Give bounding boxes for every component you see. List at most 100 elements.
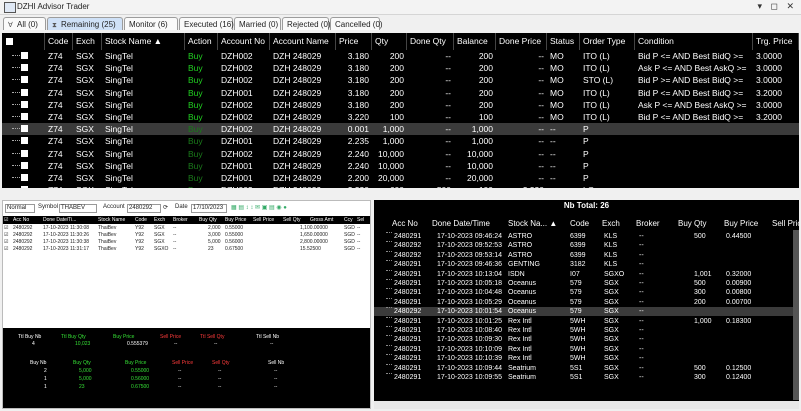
- column-header[interactable]: Buy Qty: [678, 217, 706, 231]
- executed-row[interactable]: 2480292 17-10-2023 09:52:53 ASTRO 6399 KLS --: [374, 241, 799, 250]
- trade-row[interactable]: ☑ 2480292 17-10-2023 11:30:26 ThaiBev Y92 SGX…: [3, 232, 370, 239]
- column-header[interactable]: Code: [135, 216, 147, 224]
- trade-row[interactable]: ☑ 2480292 17-10-2023 11:31:17 ThaiBev Y92 SGX…: [3, 246, 370, 253]
- row-checkbox[interactable]: [21, 113, 28, 120]
- toolbar-icons[interactable]: ▦ ▤ ↕ ↕ ✉ ▣ ▤ ◉ ●: [231, 204, 287, 211]
- column-header[interactable]: Account No: [218, 33, 270, 50]
- column-header[interactable]: Sell Price: [253, 216, 274, 224]
- order-row[interactable]: Z74 SGX SingTel Buy DZH002 DZH 248029 3.180 200…: [2, 62, 799, 74]
- tab-married[interactable]: Married (0): [234, 17, 281, 30]
- order-row[interactable]: Z74 SGX SingTel Buy DZH002 DZH 248029 3.180 200…: [2, 74, 799, 86]
- row-checkbox[interactable]: [21, 88, 28, 96]
- row-checkbox[interactable]: ☑: [4, 239, 8, 246]
- row-checkbox[interactable]: ☑: [4, 246, 8, 253]
- executed-row[interactable]: 2480291 17-10-2023 10:13:04 ISDN I07 SGXO -- 1…: [374, 269, 799, 279]
- executed-row[interactable]: 2480291 17-10-2023 09:46:24 ASTRO 6399 KLS --…: [374, 232, 799, 241]
- row-checkbox[interactable]: ☑: [4, 232, 8, 239]
- date-input[interactable]: 17/10/2023: [191, 204, 227, 213]
- column-header[interactable]: Buy Qty: [199, 216, 217, 224]
- order-row[interactable]: Z74 SGX SingTel Buy DZH001 DZH 248029 3.180 200…: [2, 87, 799, 99]
- row-checkbox[interactable]: [21, 186, 28, 188]
- executed-row[interactable]: 2480291 17-10-2023 10:09:30 Rex Intl 5WH SGX…: [374, 335, 799, 344]
- executed-row[interactable]: 2480291 17-10-2023 10:10:09 Rex Intl 5WH SGX…: [374, 344, 799, 354]
- row-checkbox[interactable]: [21, 100, 28, 108]
- trade-row[interactable]: ☑ 2480292 17-10-2023 11:30:38 ThaiBev Y92 SGX…: [3, 239, 370, 246]
- vertical-scrollbar[interactable]: [793, 230, 799, 400]
- symbol-input[interactable]: THABEV: [59, 204, 97, 213]
- order-row[interactable]: Z74 SGX SingTel Buy DZH001 DZH 248029 2.240 10,…: [2, 160, 799, 172]
- executed-row[interactable]: 2480291 17-10-2023 10:05:18 Oceanus 579 SGX -…: [374, 279, 799, 288]
- column-header[interactable]: Buy Price: [724, 217, 758, 231]
- column-header[interactable]: Acc No: [13, 216, 29, 224]
- column-header[interactable]: Buy Price: [225, 216, 246, 224]
- column-header[interactable]: Stock Name ▲: [102, 33, 185, 50]
- row-checkbox[interactable]: [21, 76, 28, 84]
- column-header[interactable]: Stock Na... ▲: [508, 217, 557, 231]
- column-header[interactable]: Code: [570, 217, 589, 231]
- order-row[interactable]: Z74 SGX SingTel Buy DZH002 DZH 248029 0.001 1,0…: [2, 123, 799, 136]
- column-header[interactable]: Done Date/Time: [432, 217, 490, 231]
- trade-row[interactable]: ☑ 2480292 17-10-2023 11:30:08 ThaiBev Y92 SGX…: [3, 225, 370, 232]
- column-header[interactable]: Stock Name: [98, 216, 125, 224]
- tab-rejected[interactable]: Rejected (0): [282, 17, 331, 30]
- column-header[interactable]: Done Qty: [407, 33, 454, 50]
- tab-executed[interactable]: Executed (16): [179, 17, 234, 30]
- column-header[interactable]: Sell Price: [772, 217, 799, 231]
- tab-monitor[interactable]: Monitor (6): [124, 17, 178, 30]
- column-header[interactable]: Action: [185, 33, 218, 50]
- executed-row[interactable]: 2480291 17-10-2023 09:46:36 GENTING 3182 KLS…: [374, 260, 799, 269]
- executed-row[interactable]: 2480291 17-10-2023 10:04:48 Oceanus 579 SGX -…: [374, 288, 799, 297]
- column-header[interactable]: Condition: [635, 33, 753, 50]
- order-row[interactable]: Z74 SGX SingTel Buy DZH002 DZH 248029 3.180 200…: [2, 50, 799, 62]
- executed-row[interactable]: 2480292 17-10-2023 09:53:14 ASTRO 6399 KLS --: [374, 250, 799, 260]
- order-row[interactable]: Z74 SGX SingTel Buy DZH001 DZH 248029 2.200 20,…: [2, 172, 799, 184]
- column-header[interactable]: Code: [45, 33, 73, 50]
- select-all-checkbox[interactable]: [6, 38, 13, 45]
- executed-row[interactable]: 2480291 17-10-2023 10:05:29 Oceanus 579 SGX -…: [374, 297, 799, 307]
- window-controls[interactable]: ▾ ◻ ✕: [757, 1, 797, 12]
- tab-remaining[interactable]: ⧗ Remaining (25): [47, 17, 123, 30]
- tab-all[interactable]: ∀ All (0): [3, 17, 46, 30]
- column-header[interactable]: Ccy: [344, 216, 353, 224]
- executed-row[interactable]: 2480291 17-10-2023 10:10:39 Rex Intl 5WH SGX…: [374, 354, 799, 363]
- column-header[interactable]: Account Name: [270, 33, 336, 50]
- row-checkbox[interactable]: [21, 52, 28, 59]
- executed-row[interactable]: 2480291 17-10-2023 10:09:55 Seatrium 5S1 SGX…: [374, 373, 799, 382]
- select-all-checkbox[interactable]: ☑: [4, 216, 8, 224]
- row-checkbox[interactable]: [21, 174, 28, 181]
- column-header[interactable]: Price: [336, 33, 372, 50]
- column-header[interactable]: Trg. Price: [753, 33, 799, 50]
- column-header[interactable]: Done Price: [496, 33, 547, 50]
- row-checkbox[interactable]: [21, 125, 28, 133]
- column-header[interactable]: Qty: [372, 33, 407, 50]
- column-header[interactable]: Sel: [357, 216, 364, 224]
- tab-cancelled[interactable]: Cancelled (0): [330, 17, 383, 30]
- row-checkbox[interactable]: ☑: [4, 225, 8, 232]
- mode-select[interactable]: Normal: [5, 204, 35, 213]
- order-row[interactable]: Z74 SGX SingTel Buy DZH001 DZH 248029 2.235 1,0…: [2, 135, 799, 147]
- executed-row[interactable]: 2480291 17-10-2023 10:09:44 Seatrium 5S1 SGX…: [374, 363, 799, 373]
- column-header[interactable]: Acc No: [392, 217, 418, 231]
- column-header[interactable]: Status: [547, 33, 580, 50]
- column-header[interactable]: Balance: [454, 33, 496, 50]
- row-checkbox[interactable]: [21, 161, 28, 169]
- executed-row[interactable]: 2480292 17-10-2023 10:01:54 Oceanus 579 SGX -…: [374, 307, 799, 317]
- executed-row[interactable]: 2480291 17-10-2023 10:01:25 Rex Intl 5WH SGX…: [374, 316, 799, 326]
- row-checkbox[interactable]: [21, 64, 28, 72]
- horizontal-scrollbar[interactable]: [374, 401, 799, 409]
- order-row[interactable]: Z74 SGX SingTel Buy DZH002 DZH 248029 2.240 10,…: [2, 148, 799, 160]
- order-row[interactable]: Z74SGXSingTelBuyDZH002DZH 2480292.230600…: [2, 184, 799, 188]
- order-row[interactable]: Z74 SGX SingTel Buy DZH002 DZH 248029 3.180 200…: [2, 99, 799, 111]
- column-header[interactable]: Exch: [602, 217, 620, 231]
- order-row[interactable]: Z74 SGX SingTel Buy DZH002 DZH 248029 3.220 100…: [2, 111, 799, 123]
- row-checkbox[interactable]: [21, 149, 28, 157]
- column-header[interactable]: Broker: [173, 216, 188, 224]
- column-header[interactable]: Exch: [154, 216, 165, 224]
- column-header[interactable]: Exch: [73, 33, 102, 50]
- executed-row[interactable]: 2480291 17-10-2023 10:08:40 Rex Intl 5WH SGX…: [374, 326, 799, 335]
- column-header[interactable]: Gross Amt: [310, 216, 333, 224]
- row-checkbox[interactable]: [21, 137, 28, 145]
- refresh-icon[interactable]: ⟳: [163, 204, 168, 211]
- column-header[interactable]: [2, 33, 45, 50]
- column-header[interactable]: Broker: [636, 217, 660, 231]
